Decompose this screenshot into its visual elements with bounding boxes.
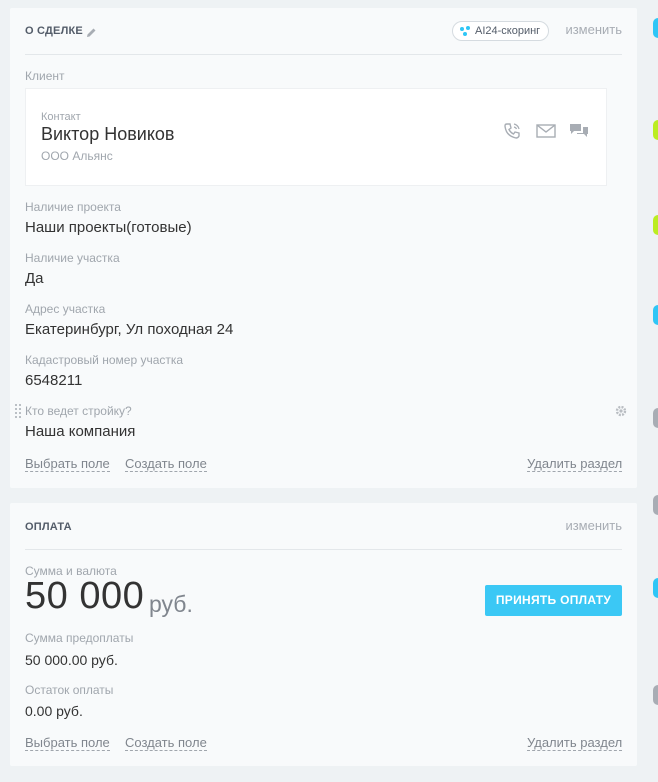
delete-section-link[interactable]: Удалить раздел — [527, 456, 623, 472]
contact-label: Контакт — [41, 111, 81, 123]
timeline-dot — [653, 578, 658, 598]
accept-payment-button[interactable]: ПРИНЯТЬ ОПЛАТУ — [485, 585, 622, 616]
field-label: Сумма предоплаты — [25, 631, 134, 645]
field-label: Адрес участка — [25, 302, 106, 316]
field-value[interactable]: Екатеринбург, Ул походная 24 — [25, 321, 233, 338]
chat-icon[interactable] — [569, 122, 589, 145]
deal-card-title: О СДЕЛКЕ — [25, 25, 83, 37]
client-section-label: Клиент — [25, 69, 65, 83]
client-contact-card[interactable]: Контакт Виктор Новиков ООО Альянс — [25, 88, 607, 186]
timeline-dot — [653, 685, 658, 705]
amount-currency[interactable]: руб. — [149, 591, 193, 618]
select-field-link[interactable]: Выбрать поле — [25, 735, 110, 751]
drag-handle-icon[interactable] — [14, 403, 22, 419]
timeline-dot — [653, 120, 658, 140]
field-value[interactable]: Наши проекты(готовые) — [25, 219, 192, 236]
mail-icon[interactable] — [536, 124, 556, 143]
payment-card-title: ОПЛАТА — [25, 521, 72, 533]
create-field-link[interactable]: Создать поле — [125, 735, 207, 751]
field-label: Кто ведет стройку? — [25, 404, 132, 418]
ai-scoring-label: AI24-скоринг — [475, 25, 541, 37]
field-value[interactable]: Наша компания — [25, 423, 135, 440]
field-value[interactable]: 0.00 руб. — [25, 703, 83, 719]
amount-value[interactable]: 50 000 — [25, 575, 144, 618]
contact-company[interactable]: ООО Альянс — [41, 149, 113, 163]
field-label: Наличие проекта — [25, 200, 121, 214]
field-value[interactable]: 6548211 — [25, 372, 82, 389]
ai-scoring-badge[interactable]: AI24-скоринг — [452, 21, 550, 41]
payment-card-header: ОПЛАТА изменить — [25, 503, 622, 550]
deal-edit-link[interactable]: изменить — [565, 22, 622, 37]
gear-icon[interactable] — [615, 404, 627, 422]
timeline-dot — [653, 495, 658, 515]
field-label: Наличие участка — [25, 251, 120, 265]
create-field-link[interactable]: Создать поле — [125, 456, 207, 472]
delete-section-link[interactable]: Удалить раздел — [527, 735, 623, 751]
deal-card: О СДЕЛКЕ AI24-скоринг изменить Клиент Ко… — [10, 8, 637, 488]
scoring-icon — [460, 26, 470, 36]
field-value[interactable]: 50 000.00 руб. — [25, 652, 118, 668]
timeline-dot — [653, 18, 658, 38]
field-label: Кадастровый номер участка — [25, 353, 184, 367]
timeline-dot — [653, 215, 658, 235]
payment-edit-link[interactable]: изменить — [565, 518, 622, 533]
select-field-link[interactable]: Выбрать поле — [25, 456, 110, 472]
field-value[interactable]: Да — [25, 270, 44, 287]
contact-name[interactable]: Виктор Новиков — [41, 124, 174, 145]
deal-card-header: О СДЕЛКЕ AI24-скоринг изменить — [25, 8, 622, 55]
phone-icon[interactable] — [503, 122, 521, 145]
payment-card: ОПЛАТА изменить Сумма и валюта 50 000 ру… — [10, 503, 637, 766]
timeline-dot — [653, 408, 658, 428]
timeline-dot — [653, 305, 658, 325]
pencil-icon[interactable] — [86, 25, 97, 37]
field-label: Остаток оплаты — [25, 683, 114, 697]
